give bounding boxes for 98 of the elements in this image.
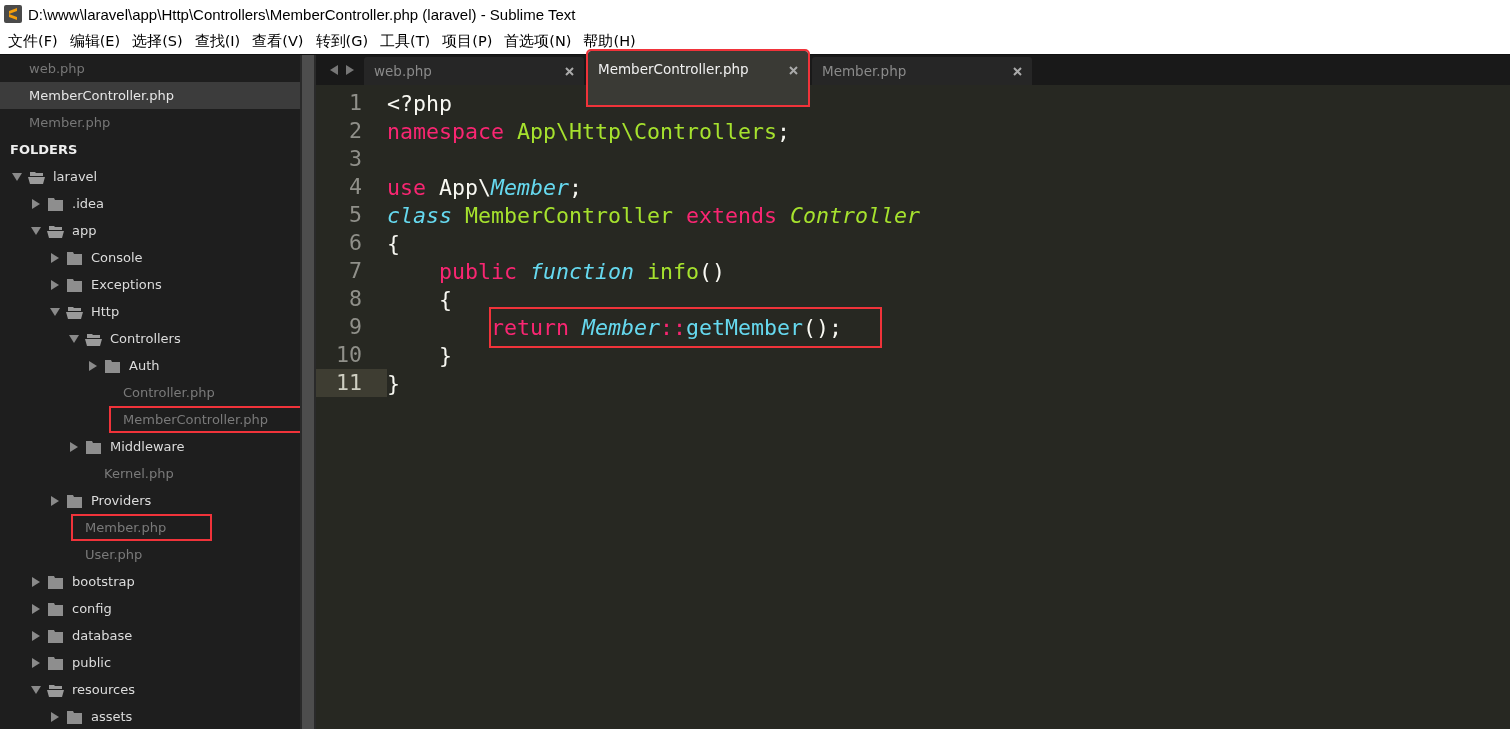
file-item[interactable]: Member.php: [73, 516, 211, 539]
folder-icon: [47, 601, 64, 616]
folder-item[interactable]: Auth: [129, 358, 160, 373]
open-folder-icon: [85, 331, 102, 346]
folder-item[interactable]: public: [72, 655, 112, 670]
folder-icon: [47, 628, 64, 643]
menu-item[interactable]: 项目(P): [436, 31, 499, 51]
folder-icon: [104, 358, 121, 373]
menu-item[interactable]: 查看(V): [246, 31, 310, 51]
menu-item[interactable]: 转到(G): [309, 31, 375, 51]
open-folder-icon: [66, 304, 83, 319]
code-line: {: [439, 286, 453, 312]
folder-icon: [66, 493, 83, 508]
expanded-triangle-icon[interactable]: [69, 333, 79, 344]
file-item[interactable]: Controller.php: [123, 385, 215, 400]
line-number: 3: [348, 145, 363, 173]
editor-tab[interactable]: MemberController.php: [588, 51, 808, 105]
collapsed-triangle-icon[interactable]: [69, 441, 79, 452]
editor-tab[interactable]: web.php: [364, 57, 584, 85]
line-number: 4: [348, 173, 363, 201]
folder-item[interactable]: laravel: [53, 169, 98, 184]
line-number: 8: [348, 285, 363, 313]
folder-item[interactable]: bootstrap: [72, 574, 135, 589]
app-logo-icon: [4, 5, 22, 23]
editor-tab[interactable]: Member.php: [812, 57, 1032, 85]
line-number: 11: [316, 369, 387, 397]
code-line: class MemberController extends Controller: [387, 202, 921, 228]
menu-item[interactable]: 选择(S): [126, 31, 189, 51]
open-file-item[interactable]: Member.php: [0, 109, 300, 136]
expanded-triangle-icon[interactable]: [50, 306, 60, 317]
folder-item[interactable]: assets: [91, 709, 133, 724]
close-icon[interactable]: [565, 66, 574, 76]
menu-item[interactable]: 首选项(N): [498, 31, 578, 51]
collapsed-triangle-icon[interactable]: [31, 657, 41, 668]
folder-item[interactable]: Middleware: [110, 439, 185, 454]
collapsed-triangle-icon[interactable]: [50, 252, 60, 263]
folder-item[interactable]: database: [72, 628, 133, 643]
expanded-triangle-icon[interactable]: [12, 171, 22, 182]
folder-item[interactable]: Controllers: [110, 331, 181, 346]
folder-item[interactable]: app: [72, 223, 97, 238]
folder-icon: [85, 439, 102, 454]
folders-heading: FOLDERS: [9, 141, 79, 159]
folder-icon: [66, 277, 83, 292]
open-folder-icon: [47, 682, 64, 697]
expanded-triangle-icon[interactable]: [31, 225, 41, 236]
collapsed-triangle-icon[interactable]: [50, 711, 60, 722]
line-number: 2: [348, 117, 363, 145]
menu-item[interactable]: 编辑(E): [63, 31, 127, 51]
close-icon[interactable]: [1013, 66, 1022, 76]
file-item[interactable]: User.php: [85, 547, 143, 562]
folder-icon: [66, 250, 83, 265]
collapsed-triangle-icon[interactable]: [31, 603, 41, 614]
collapsed-triangle-icon[interactable]: [50, 495, 60, 506]
right-arrow-icon[interactable]: [346, 65, 354, 75]
code-line: public function info(): [439, 258, 726, 284]
collapsed-triangle-icon[interactable]: [88, 360, 98, 371]
open-file-item[interactable]: web.php: [0, 55, 300, 82]
line-number: 10: [335, 341, 363, 369]
expanded-triangle-icon[interactable]: [31, 684, 41, 695]
collapsed-triangle-icon[interactable]: [31, 630, 41, 641]
collapsed-triangle-icon[interactable]: [50, 279, 60, 290]
line-number: 7: [348, 257, 363, 285]
close-icon[interactable]: [789, 66, 798, 75]
collapsed-triangle-icon[interactable]: [31, 198, 41, 209]
folder-item[interactable]: Http: [91, 304, 120, 319]
folder-icon: [47, 196, 64, 211]
folder-item[interactable]: config: [72, 601, 112, 616]
menu-item[interactable]: 文件(F): [2, 31, 64, 51]
open-file-item[interactable]: MemberController.php: [0, 82, 300, 109]
left-arrow-icon[interactable]: [330, 65, 338, 75]
code-line: {: [387, 230, 400, 256]
window-title: D:\www\laravel\app\Http\Controllers\MemberController.php (laravel) - Sublime Text: [28, 5, 576, 23]
scrollbar[interactable]: [300, 55, 316, 729]
line-number: 9: [348, 313, 363, 341]
code-line: <?php: [387, 90, 452, 116]
file-item[interactable]: MemberController.php: [111, 408, 300, 431]
folder-icon: [47, 655, 64, 670]
code-line: }: [387, 370, 400, 396]
folder-icon: [66, 709, 83, 724]
code-line: namespace App\Http\Controllers;: [387, 118, 791, 144]
menu-item[interactable]: 工具(T): [374, 31, 437, 51]
open-folder-icon: [28, 169, 45, 184]
folder-item[interactable]: .idea: [72, 196, 104, 211]
folder-icon: [47, 574, 64, 589]
line-number: 1: [348, 89, 363, 117]
folder-item[interactable]: Console: [91, 250, 143, 265]
code-line: }: [439, 342, 453, 368]
file-item[interactable]: Kernel.php: [104, 466, 174, 481]
folder-item[interactable]: Providers: [91, 493, 152, 508]
collapsed-triangle-icon[interactable]: [31, 576, 41, 587]
code-line: use App\Member;: [387, 174, 583, 200]
menu-item[interactable]: 帮助(H): [577, 31, 642, 51]
line-number: 5: [348, 201, 363, 229]
line-number: 6: [348, 229, 363, 257]
open-folder-icon: [47, 223, 64, 238]
menu-item[interactable]: 查找(I): [188, 31, 247, 51]
folder-item[interactable]: Exceptions: [91, 277, 162, 292]
folder-item[interactable]: resources: [72, 682, 135, 697]
